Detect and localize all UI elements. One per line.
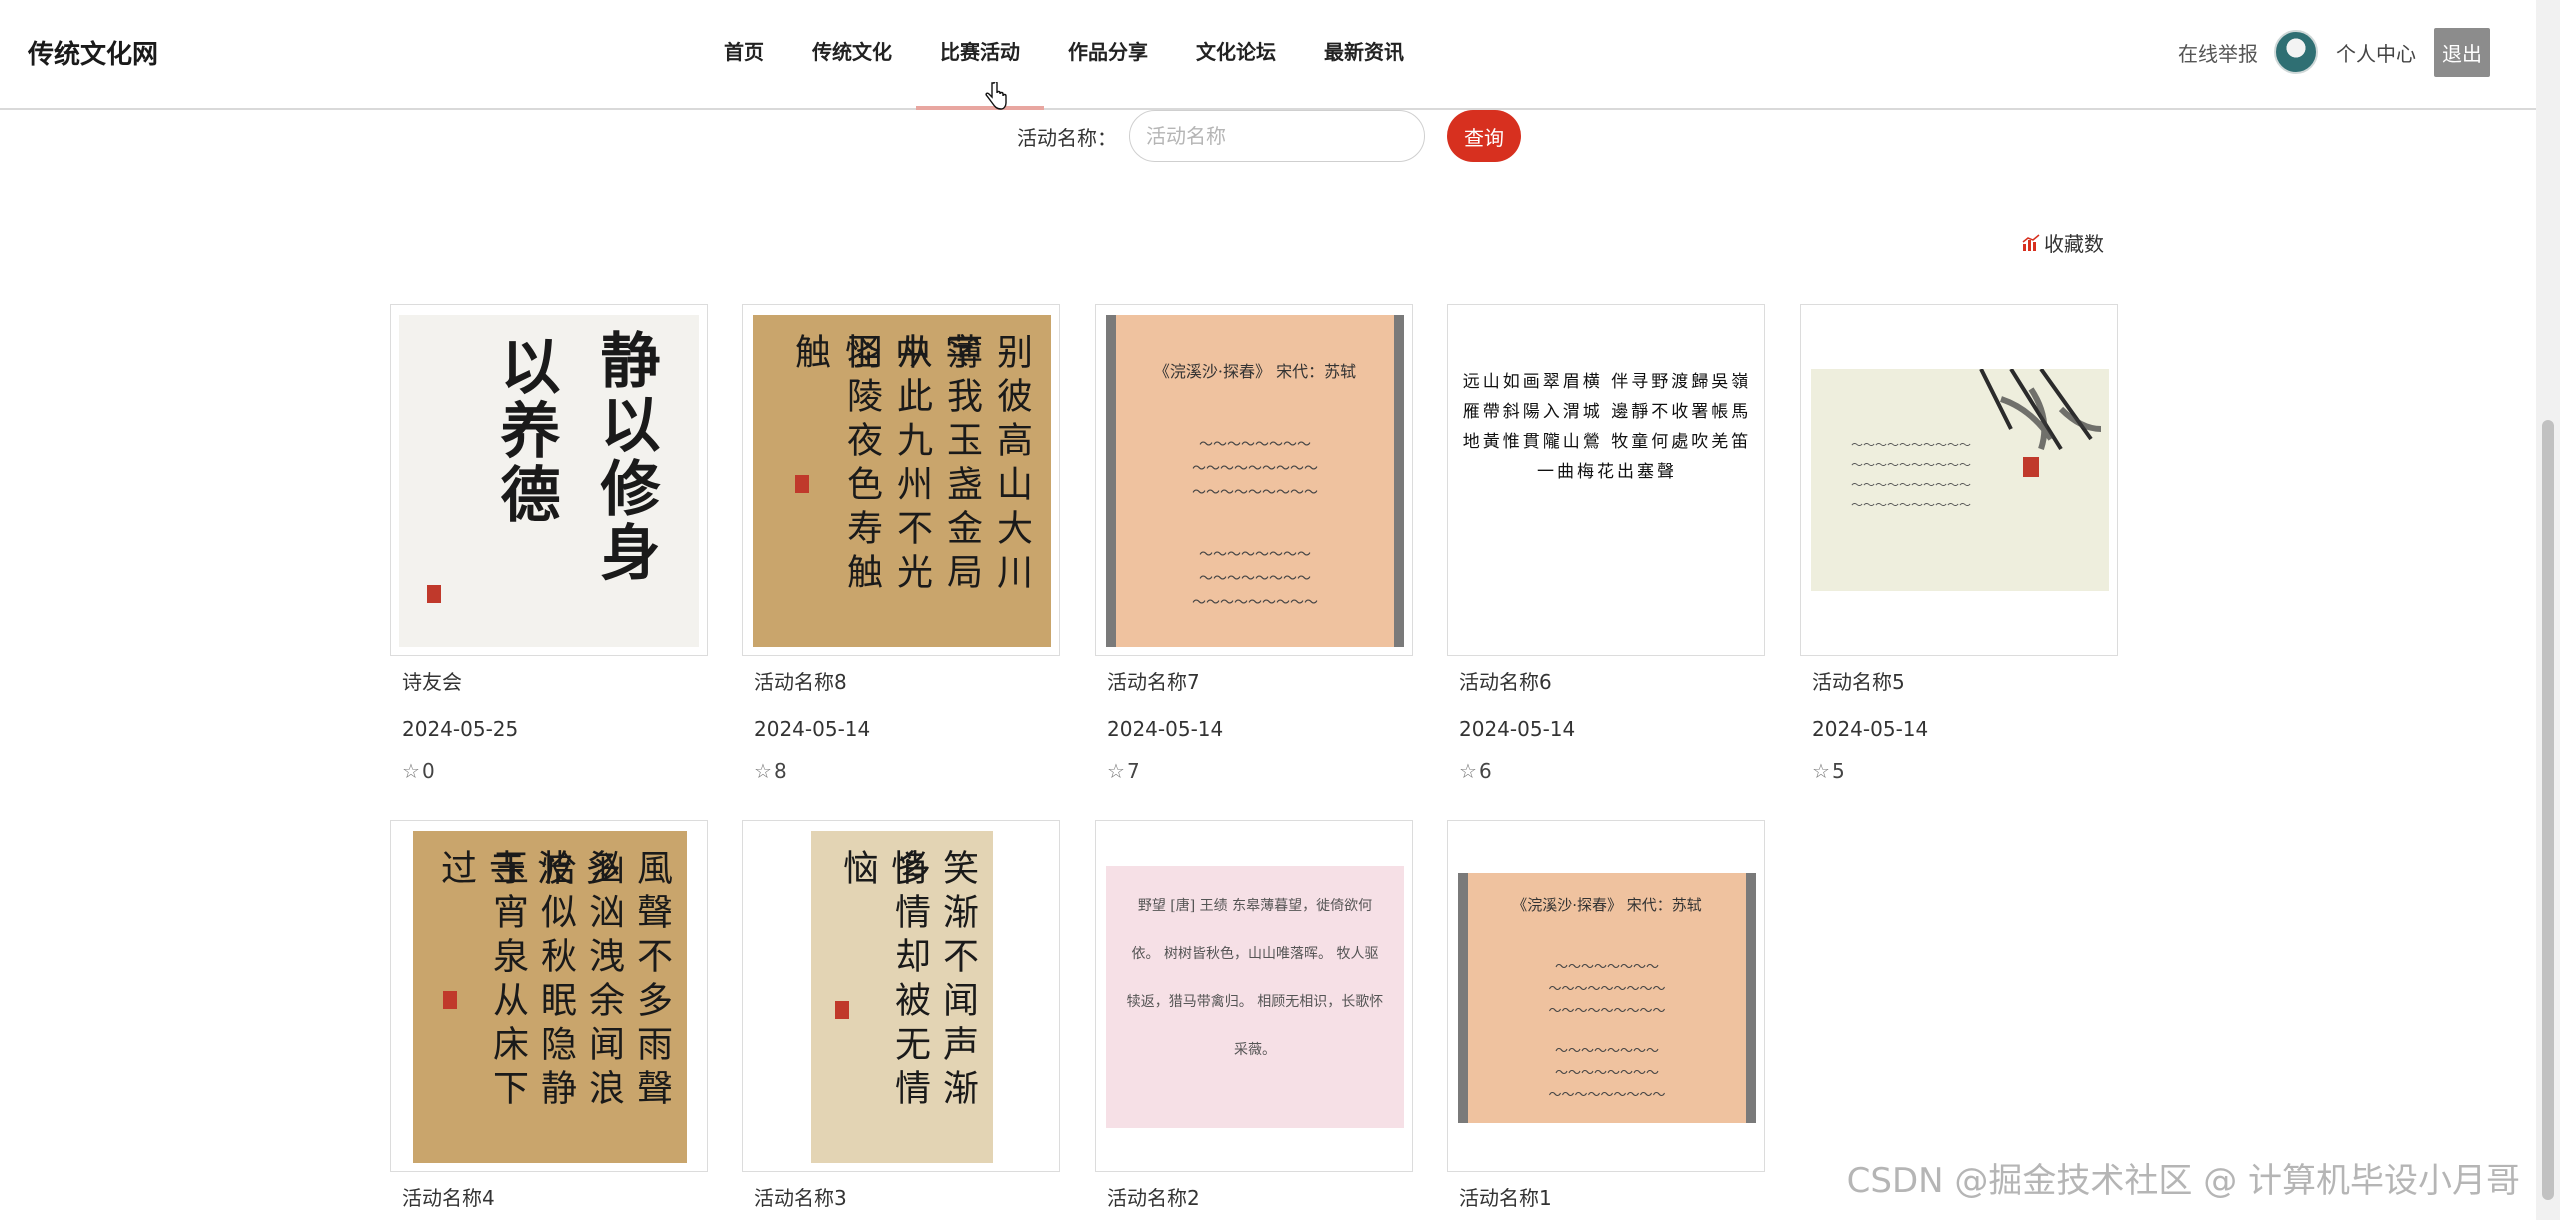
svg-text:～～～～～～～～～～: ～～～～～～～～～～ <box>1851 478 1971 492</box>
main-nav: 首页 传统文化 比赛活动 作品分享 文化论坛 最新资讯 <box>700 0 1428 110</box>
activity-image[interactable]: 静以修身 以养德 <box>390 304 708 656</box>
star-icon: ☆ <box>402 759 420 783</box>
star-icon: ☆ <box>1812 759 1830 783</box>
activity-date: 2024-05-14 <box>1107 717 1224 741</box>
logout-button[interactable]: 退出 <box>2434 27 2490 77</box>
hand-cursor-icon <box>985 82 1007 110</box>
activity-image[interactable]: 别彼高山大川字 薄我玉盏金局中 从此九州不光怪 羽陵夜色寿触触 <box>742 304 1060 656</box>
star-icon: ☆ <box>1459 759 1477 783</box>
user-center-link[interactable]: 个人中心 <box>2336 38 2416 67</box>
favorite-count: ☆ 0 <box>402 759 435 783</box>
svg-text:～～～～～～～～～～: ～～～～～～～～～～ <box>1851 438 1971 452</box>
watermark: CSDN @掘金技术社区 @ 计算机毕设小月哥 <box>1846 1161 2520 1201</box>
activity-card[interactable]: 《浣溪沙·探春》 宋代：苏轼 ～～～～～～～～ ～～～～～～～～～ ～～～～～～～～… <box>1095 304 1413 783</box>
report-link[interactable]: 在线举报 <box>2178 38 2258 67</box>
calligraphy-artwork: 静以修身 以养德 <box>399 315 699 647</box>
activity-card[interactable]: ～～～～～～～～～～ ～～～～～～～～～～ ～～～～～～～～～～ ～～～～～～～… <box>1800 304 2118 783</box>
activity-date: 2024-05-14 <box>754 717 871 741</box>
top-navbar: 传统文化网 首页 传统文化 比赛活动 作品分享 文化论坛 最新资讯 在线举报 个… <box>0 0 2560 110</box>
star-icon: ☆ <box>754 759 772 783</box>
activity-name[interactable]: 活动名称6 <box>1447 666 1765 695</box>
nav-culture-forum[interactable]: 文化论坛 <box>1172 0 1300 108</box>
favorite-count: ☆ 7 <box>1107 759 1140 783</box>
activity-name[interactable]: 诗友会 <box>390 666 708 695</box>
nav-competition-activities[interactable]: 比赛活动 <box>916 0 1044 110</box>
activity-name[interactable]: 活动名称7 <box>1095 666 1413 695</box>
calligraphy-artwork: 别彼高山大川字 薄我玉盏金局中 从此九州不光怪 羽陵夜色寿触触 <box>753 315 1051 647</box>
star-icon: ☆ <box>1107 759 1125 783</box>
bamboo-icon: ～～～～～～～～～～ ～～～～～～～～～～ ～～～～～～～～～～ ～～～～～～～… <box>1851 367 2102 512</box>
activity-card[interactable]: 静以修身 以养德 诗友会 2024-05-25 ☆ 0 <box>390 304 708 783</box>
sort-by-favorites[interactable]: 收藏数 <box>2022 228 2104 257</box>
activity-date: 2024-05-14 <box>1459 717 1576 741</box>
avatar[interactable] <box>2274 30 2318 74</box>
nav-works-share[interactable]: 作品分享 <box>1044 0 1172 108</box>
poem-artwork: 野望 [唐] 王绩 东皋薄暮望，徙倚欲何依。 树树皆秋色，山山唯落晖。 牧人驱犊… <box>1106 866 1404 1128</box>
activity-card[interactable]: 远山如画翠眉横 伴寻野渡歸吳嶺 雁帶斜陽入渭城 邊靜不收署帳馬 地黃惟貫隴山鶯 … <box>1447 304 1765 783</box>
search-label: 活动名称： <box>1017 125 1117 150</box>
favorite-count: ☆ 5 <box>1812 759 1845 783</box>
poem-artwork: 《浣溪沙·探春》 宋代：苏轼 ～～～～～～～～ ～～～～～～～～～ ～～～～～～～～… <box>1106 315 1404 647</box>
query-button[interactable]: 查询 <box>1447 110 1521 162</box>
activity-image[interactable]: 《浣溪沙·探春》 宋代：苏轼 ～～～～～～～～ ～～～～～～～～～ ～～～～～～～～… <box>1447 820 1765 1172</box>
nav-traditional-culture[interactable]: 传统文化 <box>788 0 916 108</box>
activity-date: 2024-05-25 <box>402 717 519 741</box>
page-scrollbar[interactable] <box>2536 0 2560 1220</box>
activity-image[interactable]: 《浣溪沙·探春》 宋代：苏轼 ～～～～～～～～ ～～～～～～～～～ ～～～～～～～～… <box>1095 304 1413 656</box>
activity-image[interactable]: ～～～～～～～～～～ ～～～～～～～～～～ ～～～～～～～～～～ ～～～～～～～… <box>1800 304 2118 656</box>
user-area: 在线举报 个人中心 退出 <box>2178 27 2490 77</box>
activity-name[interactable]: 活动名称3 <box>742 1182 1060 1211</box>
activity-name[interactable]: 活动名称8 <box>742 666 1060 695</box>
activity-image[interactable]: 笑渐不闻声渐悄 多情却被无情恼 <box>742 820 1060 1172</box>
bamboo-artwork: ～～～～～～～～～～ ～～～～～～～～～～ ～～～～～～～～～～ ～～～～～～～… <box>1811 367 2109 591</box>
activity-name[interactable]: 活动名称1 <box>1447 1182 1765 1211</box>
svg-text:～～～～～～～～～～: ～～～～～～～～～～ <box>1851 458 1971 472</box>
activity-name[interactable]: 活动名称5 <box>1800 666 2118 695</box>
poem-artwork: 远山如画翠眉横 伴寻野渡歸吳嶺 雁帶斜陽入渭城 邊靜不收署帳馬 地黃惟貫隴山鶯 … <box>1458 315 1756 647</box>
activity-card[interactable]: 野望 [唐] 王绩 东皋薄暮望，徙倚欲何依。 树树皆秋色，山山唯落晖。 牧人驱犊… <box>1095 820 1413 1211</box>
activity-card[interactable]: 《浣溪沙·探春》 宋代：苏轼 ～～～～～～～～ ～～～～～～～～～ ～～～～～～～～… <box>1447 820 1765 1211</box>
activity-image[interactable]: 远山如画翠眉横 伴寻野渡歸吳嶺 雁帶斜陽入渭城 邊靜不收署帳馬 地黃惟貫隴山鶯 … <box>1447 304 1765 656</box>
poem-artwork: 《浣溪沙·探春》 宋代：苏轼 ～～～～～～～～ ～～～～～～～～～ ～～～～～～～～… <box>1458 873 1756 1123</box>
activity-date: 2024-05-14 <box>1812 717 1929 741</box>
activity-card[interactable]: 風聲不多雨聲多 汹汹洩余闻浪波 恰似秋眠隐静寺 玉宵泉从床下过 活动名称4 <box>390 820 708 1211</box>
nav-home[interactable]: 首页 <box>700 0 788 108</box>
site-title[interactable]: 传统文化网 <box>28 34 158 71</box>
bar-chart-icon <box>2022 233 2040 251</box>
svg-text:～～～～～～～～～～: ～～～～～～～～～～ <box>1851 498 1971 512</box>
activity-card[interactable]: 笑渐不闻声渐悄 多情却被无情恼 活动名称3 <box>742 820 1060 1211</box>
search-bar: 活动名称： 查询 <box>1017 110 1521 162</box>
activity-image[interactable]: 野望 [唐] 王绩 东皋薄暮望，徙倚欲何依。 树树皆秋色，山山唯落晖。 牧人驱犊… <box>1095 820 1413 1172</box>
calligraphy-artwork: 笑渐不闻声渐悄 多情却被无情恼 <box>811 831 993 1163</box>
activity-name[interactable]: 活动名称2 <box>1095 1182 1413 1211</box>
activity-name[interactable]: 活动名称4 <box>390 1182 708 1211</box>
scrollbar-thumb[interactable] <box>2542 420 2554 1200</box>
calligraphy-artwork: 風聲不多雨聲多 汹汹洩余闻浪波 恰似秋眠隐静寺 玉宵泉从床下过 <box>413 831 687 1163</box>
activity-card[interactable]: 别彼高山大川字 薄我玉盏金局中 从此九州不光怪 羽陵夜色寿触触 活动名称8 20… <box>742 304 1060 783</box>
favorite-count: ☆ 8 <box>754 759 787 783</box>
favorite-count: ☆ 6 <box>1459 759 1492 783</box>
activity-name-search-input[interactable] <box>1129 110 1425 162</box>
nav-latest-news[interactable]: 最新资讯 <box>1300 0 1428 108</box>
sort-label: 收藏数 <box>2044 232 2104 256</box>
activity-image[interactable]: 風聲不多雨聲多 汹汹洩余闻浪波 恰似秋眠隐静寺 玉宵泉从床下过 <box>390 820 708 1172</box>
